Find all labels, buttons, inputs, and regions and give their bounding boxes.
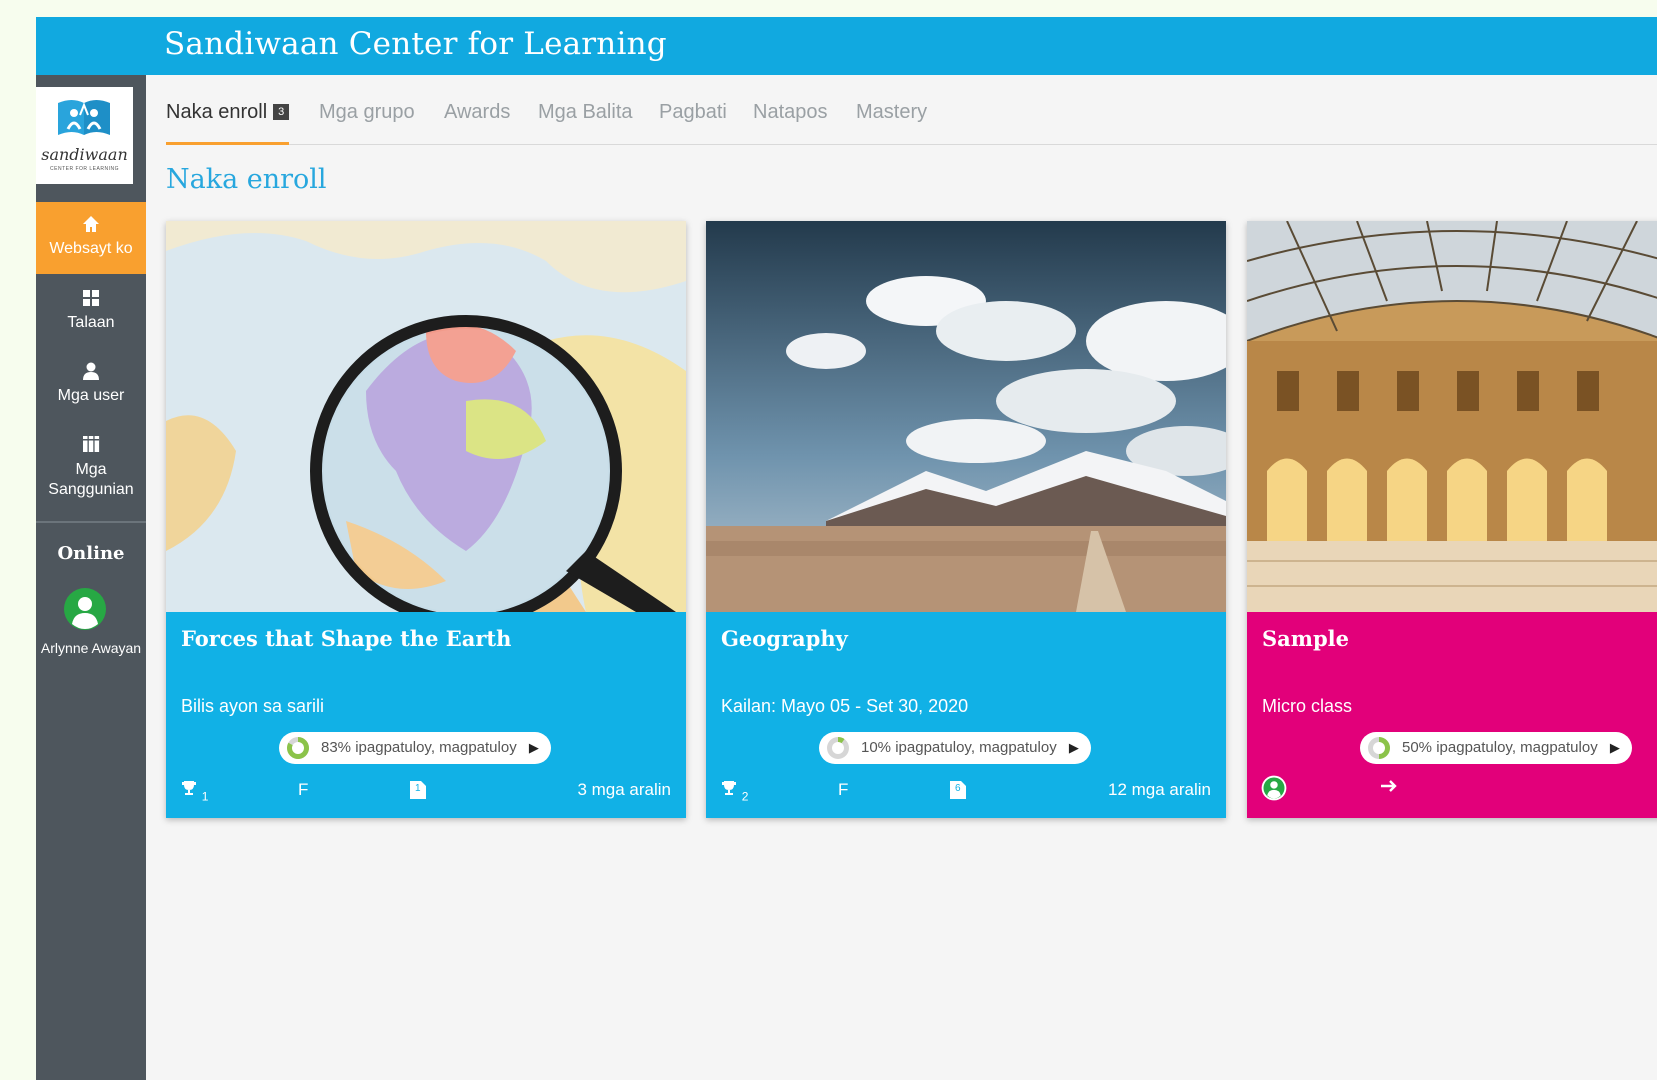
continue-label: ipagpatuloy, magpatuloy xyxy=(895,739,1057,756)
tab-label: Naka enroll xyxy=(166,101,268,123)
course-footer: 1 F 1 3 mga aralin xyxy=(166,772,686,805)
document-count: 1 xyxy=(415,783,421,794)
course-image-mountain xyxy=(706,221,1226,612)
section-title: Naka enroll xyxy=(166,164,327,195)
course-card-body: Geography Kailan: Mayo 05 - Set 30, 2020… xyxy=(706,612,1226,818)
avatar[interactable] xyxy=(64,588,106,630)
progress-donut-icon xyxy=(1366,735,1392,765)
sidebar-item-label: Mga Sanggunian xyxy=(48,461,134,498)
course-card[interactable]: Sample Micro class 50% ipagpatuloy, magp… xyxy=(1247,221,1657,818)
sidebar-item-label: Websayt ko xyxy=(49,240,133,257)
user-avatar-icon[interactable] xyxy=(1261,775,1287,806)
sidebar-item-talaan[interactable]: Talaan xyxy=(36,280,146,346)
book-logo-icon xyxy=(58,100,110,135)
sidebar-item-mga-sanggunian[interactable]: Mga Sanggunian xyxy=(36,426,146,506)
tab-naka-enroll[interactable]: Naka enroll 3 xyxy=(166,101,290,145)
count-badge: 3 xyxy=(273,104,290,120)
grade-label[interactable]: F xyxy=(298,780,308,800)
grade-label[interactable]: F xyxy=(838,780,848,800)
play-icon: ▶ xyxy=(528,740,539,755)
continue-button[interactable]: 50% ipagpatuloy, magpatuloy ▶ xyxy=(1360,732,1632,764)
course-subtitle: Micro class xyxy=(1262,696,1353,716)
sidebar-item-mga-user[interactable]: Mga user xyxy=(36,353,146,419)
course-footer: 2 F 6 12 mga aralin xyxy=(706,772,1226,805)
document-icon[interactable]: 6 xyxy=(949,780,967,805)
main-content: Naka enroll 3 Mga grupo Awards Mga Balita… xyxy=(146,75,1657,1080)
course-card[interactable]: Forces that Shape the Earth Bilis ayon s… xyxy=(166,221,686,818)
arrow-right-icon[interactable] xyxy=(1379,776,1399,801)
course-card[interactable]: Geography Kailan: Mayo 05 - Set 30, 2020… xyxy=(706,221,1226,818)
trophy-icon[interactable]: 1 xyxy=(181,780,208,803)
progress-text: 50% xyxy=(1402,739,1433,756)
awards-count: 1 xyxy=(201,789,209,804)
lesson-count: 3 mga aralin xyxy=(577,780,671,799)
tab-mga-grupo[interactable]: Mga grupo xyxy=(319,101,415,145)
online-label: Online xyxy=(57,543,125,564)
sidebar-item-websayt-ko[interactable]: Websayt ko xyxy=(36,202,146,274)
progress-donut-icon xyxy=(285,735,311,765)
tab-mastery[interactable]: Mastery xyxy=(856,101,927,145)
progress-donut-icon xyxy=(825,735,851,765)
tab-natapos[interactable]: Natapos xyxy=(753,101,828,145)
course-image-gallery xyxy=(1247,221,1657,612)
logo-text: sandiwaan xyxy=(41,145,128,164)
tab-pagbati[interactable]: Pagbati xyxy=(659,101,727,145)
course-subtitle: Bilis ayon sa sarili xyxy=(181,696,325,716)
home-icon xyxy=(36,214,146,238)
continue-label: ipagpatuloy, magpatuloy xyxy=(1436,739,1598,756)
continue-button[interactable]: 10% ipagpatuloy, magpatuloy ▶ xyxy=(819,732,1091,764)
document-icon[interactable]: 1 xyxy=(409,780,427,805)
play-icon: ▶ xyxy=(1609,740,1620,755)
course-card-body: Forces that Shape the Earth Bilis ayon s… xyxy=(166,612,686,818)
course-image-map xyxy=(166,221,686,612)
user-avatar-icon xyxy=(64,588,106,630)
course-title[interactable]: Geography xyxy=(721,626,848,651)
course-card-body: Sample Micro class 50% ipagpatuloy, magp… xyxy=(1247,612,1657,818)
logo[interactable]: sandiwaan CENTER FOR LEARNING xyxy=(36,87,133,184)
tab-mga-balita[interactable]: Mga Balita xyxy=(538,101,633,145)
online-user-name[interactable]: Arlynne Awayan xyxy=(36,640,146,656)
user-icon xyxy=(36,361,146,385)
document-count: 6 xyxy=(955,783,961,794)
awards-count: 2 xyxy=(741,789,749,804)
site-title[interactable]: Sandiwaan Center for Learning xyxy=(164,26,667,62)
progress-text: 10% xyxy=(861,739,892,756)
trophy-icon[interactable]: 2 xyxy=(721,780,748,803)
sidebar-divider xyxy=(36,521,146,523)
course-footer xyxy=(1247,772,1657,802)
continue-button[interactable]: 83% ipagpatuloy, magpatuloy ▶ xyxy=(279,732,551,764)
progress-text: 83% xyxy=(321,739,352,756)
course-subtitle: Kailan: Mayo 05 - Set 30, 2020 xyxy=(721,696,969,716)
tab-awards[interactable]: Awards xyxy=(444,101,510,145)
play-icon: ▶ xyxy=(1068,740,1079,755)
sidebar-item-label: Mga user xyxy=(57,387,125,404)
sidebar-item-label: Talaan xyxy=(67,314,115,331)
continue-label: ipagpatuloy, magpatuloy xyxy=(355,739,517,756)
sidebar: sandiwaan CENTER FOR LEARNING Websayt ko… xyxy=(36,75,146,1080)
lesson-count: 12 mga aralin xyxy=(1107,780,1211,799)
course-title[interactable]: Sample xyxy=(1262,626,1349,651)
books-icon xyxy=(36,434,146,458)
logo-tagline: CENTER FOR LEARNING xyxy=(50,166,119,172)
course-title[interactable]: Forces that Shape the Earth xyxy=(181,626,511,651)
grid-icon xyxy=(36,288,146,312)
tab-bar: Naka enroll 3 Mga grupo Awards Mga Balita… xyxy=(166,101,1657,145)
